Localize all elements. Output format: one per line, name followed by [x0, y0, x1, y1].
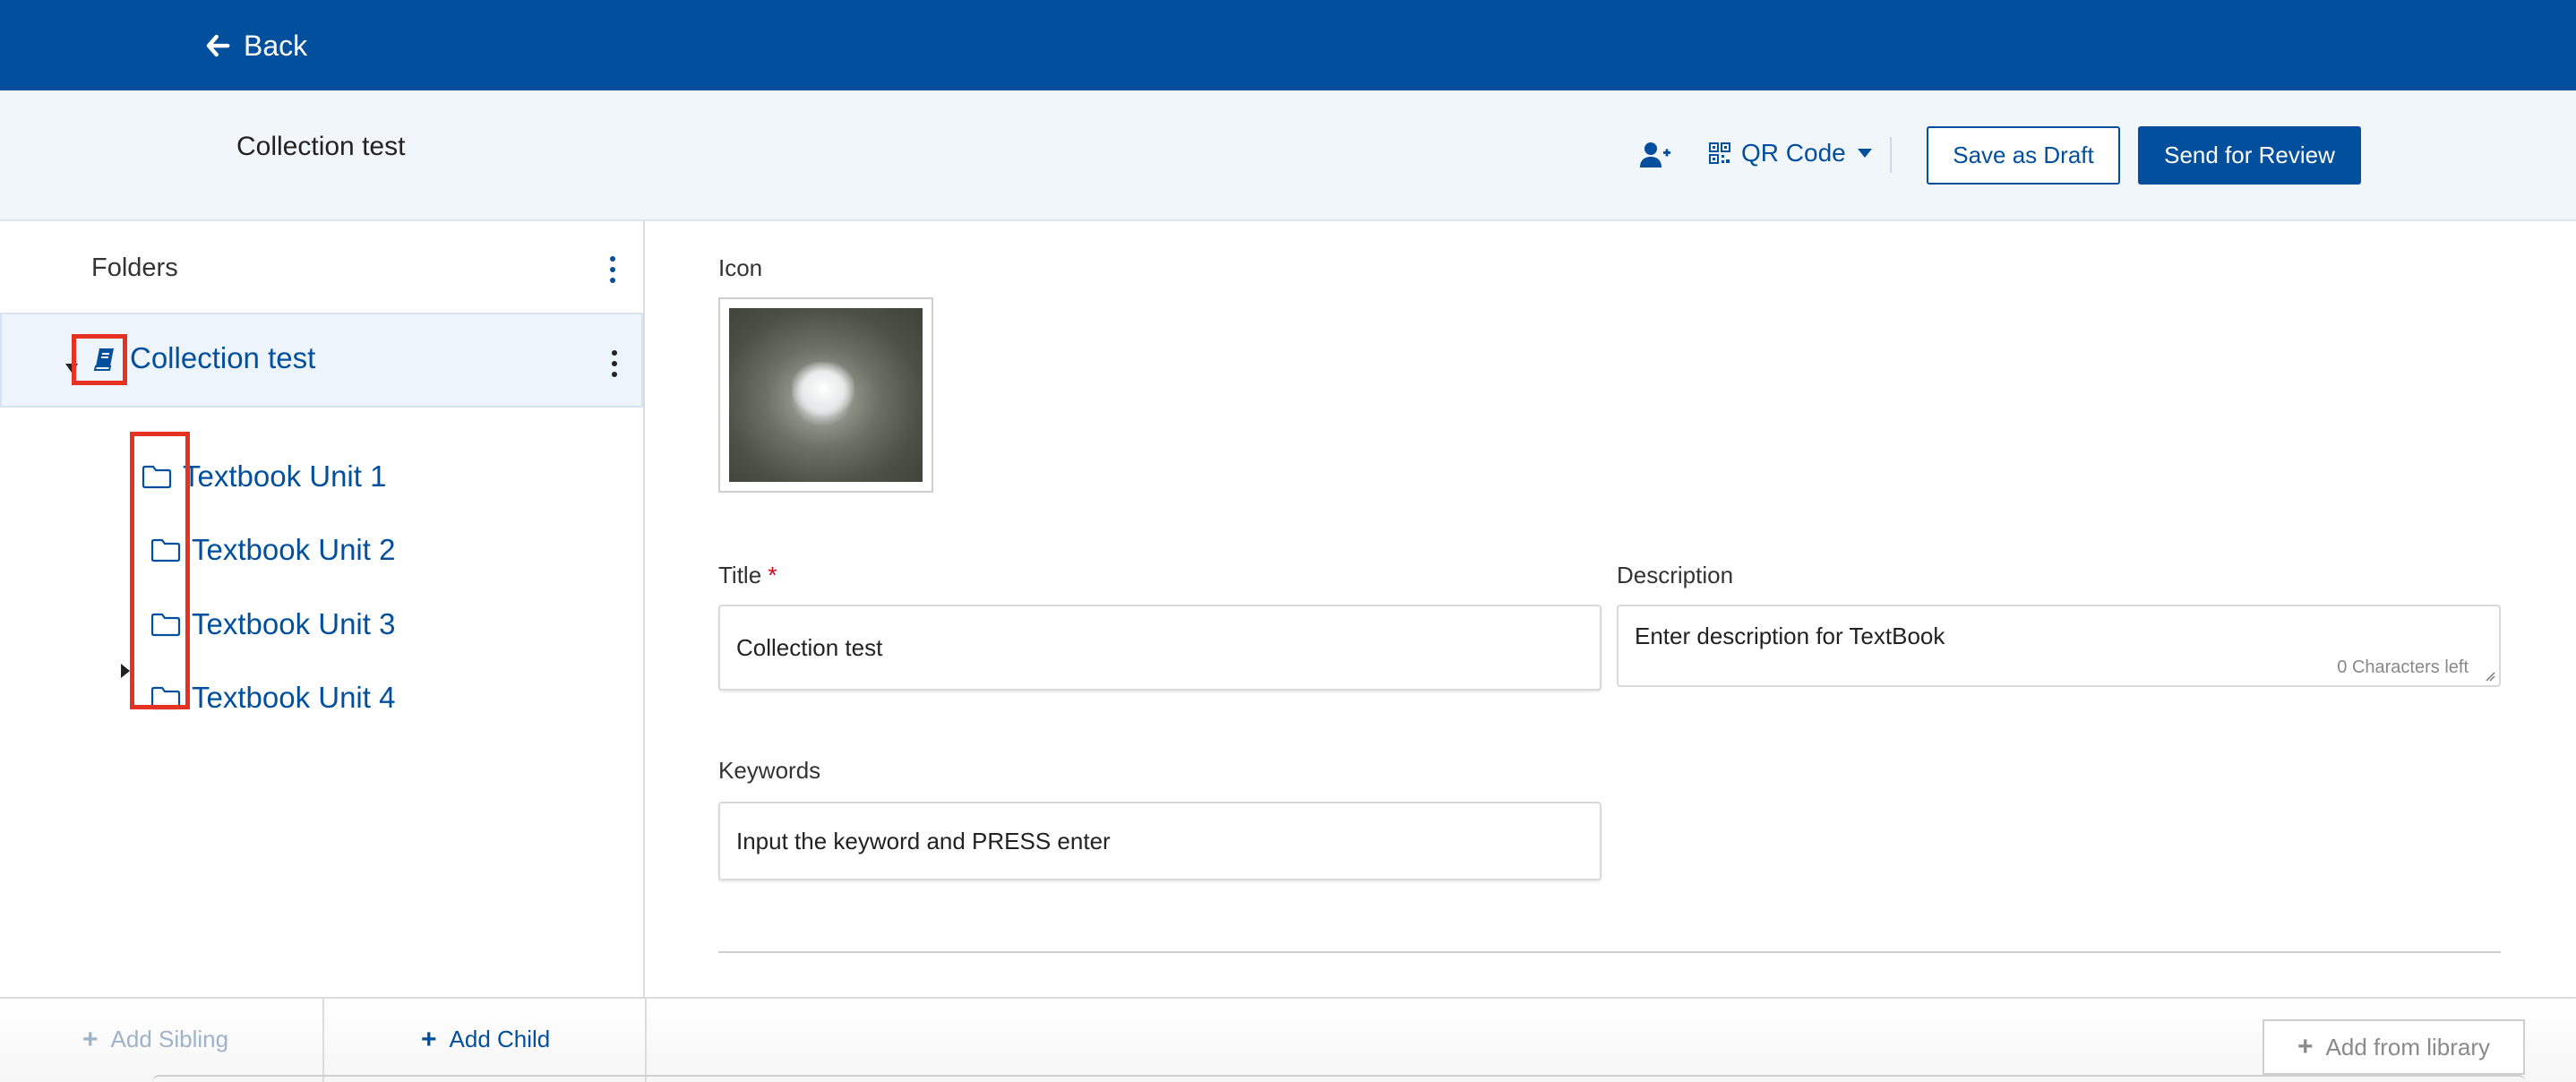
- characters-left-counter: 0 Characters left: [2337, 657, 2469, 677]
- tree-root-node[interactable]: Collection test: [0, 313, 643, 408]
- caret-right-icon[interactable]: [120, 663, 131, 679]
- book-icon: [93, 348, 114, 371]
- caret-down-icon: [1857, 149, 1872, 158]
- folder-icon: [142, 465, 172, 489]
- root-node-menu-icon[interactable]: [610, 350, 619, 377]
- description-label: Description: [1617, 562, 1734, 588]
- tree-child-node[interactable]: Textbook Unit 1: [142, 450, 386, 503]
- header-divider: [1890, 137, 1892, 173]
- keywords-placeholder: Input the keyword and PRESS enter: [736, 827, 1111, 854]
- qr-code-label: QR Code: [1741, 139, 1846, 167]
- tree-child-node[interactable]: Textbook Unit 4: [150, 671, 395, 725]
- details-form: Icon Title * Collection test Description…: [647, 221, 2576, 997]
- plus-icon: +: [2297, 1032, 2314, 1061]
- arrow-left-icon: [206, 34, 230, 57]
- add-child-button[interactable]: + Add Child: [421, 1026, 550, 1053]
- icon-label: Icon: [718, 254, 763, 281]
- bottom-divider: [645, 999, 647, 1082]
- bottom-divider: [322, 999, 324, 1082]
- tree-child-node[interactable]: Textbook Unit 2: [150, 523, 395, 577]
- keywords-input[interactable]: Input the keyword and PRESS enter: [718, 802, 1601, 880]
- add-user-icon[interactable]: [1639, 141, 1671, 169]
- add-sibling-label: Add Sibling: [110, 1026, 229, 1052]
- tree-child-node[interactable]: Textbook Unit 3: [150, 597, 395, 651]
- required-mark: *: [768, 562, 777, 588]
- tree-child-label: Textbook Unit 2: [192, 533, 396, 566]
- content-header: Collection test QR Code Save as Draft Se…: [0, 90, 2576, 221]
- icon-picker[interactable]: [718, 297, 933, 493]
- qr-code-icon: [1709, 142, 1730, 164]
- back-button[interactable]: Back: [204, 23, 307, 68]
- plus-icon: +: [421, 1024, 437, 1054]
- tree-child-label: Textbook Unit 4: [192, 681, 396, 714]
- tree-child-label: Textbook Unit 3: [192, 607, 396, 640]
- back-label: Back: [244, 29, 308, 62]
- top-bar: Back: [0, 0, 2576, 90]
- add-sibling-button[interactable]: + Add Sibling: [82, 1026, 228, 1053]
- folders-panel: Folders Collection test Textbook Unit 1 …: [0, 221, 645, 997]
- save-as-draft-button[interactable]: Save as Draft: [1927, 126, 2120, 185]
- folder-icon: [150, 686, 181, 710]
- folder-icon: [150, 613, 181, 637]
- bottom-action-bar: + Add Sibling + Add Child + Add from lib…: [0, 997, 2576, 1082]
- send-for-review-button[interactable]: Send for Review: [2138, 126, 2361, 185]
- add-from-library-button[interactable]: + Add from library: [2263, 1019, 2525, 1075]
- title-input[interactable]: Collection test: [718, 605, 1601, 691]
- keywords-label: Keywords: [718, 757, 821, 784]
- form-divider: [718, 951, 2501, 953]
- description-placeholder: Enter description for TextBook: [1635, 623, 1945, 649]
- qr-code-dropdown[interactable]: QR Code: [1709, 139, 1873, 167]
- caret-down-icon[interactable]: [64, 363, 79, 374]
- collection-icon-image: [729, 308, 923, 482]
- add-from-library-label: Add from library: [2325, 1033, 2491, 1061]
- page-title: Collection test: [236, 132, 406, 161]
- title-input-value: Collection test: [736, 633, 883, 661]
- description-textarea[interactable]: Enter description for TextBook 0 Charact…: [1617, 605, 2501, 687]
- plus-icon: +: [82, 1024, 99, 1054]
- resize-handle-icon[interactable]: [2485, 671, 2495, 682]
- add-child-label: Add Child: [449, 1026, 551, 1052]
- folders-menu-icon[interactable]: [608, 256, 617, 283]
- horizontal-scrollbar[interactable]: [152, 1075, 2526, 1082]
- folder-icon: [150, 538, 181, 562]
- tree-root-label: Collection test: [130, 341, 316, 374]
- folders-heading: Folders: [91, 253, 178, 282]
- tree-child-label: Textbook Unit 1: [183, 459, 387, 493]
- title-label: Title *: [718, 562, 777, 588]
